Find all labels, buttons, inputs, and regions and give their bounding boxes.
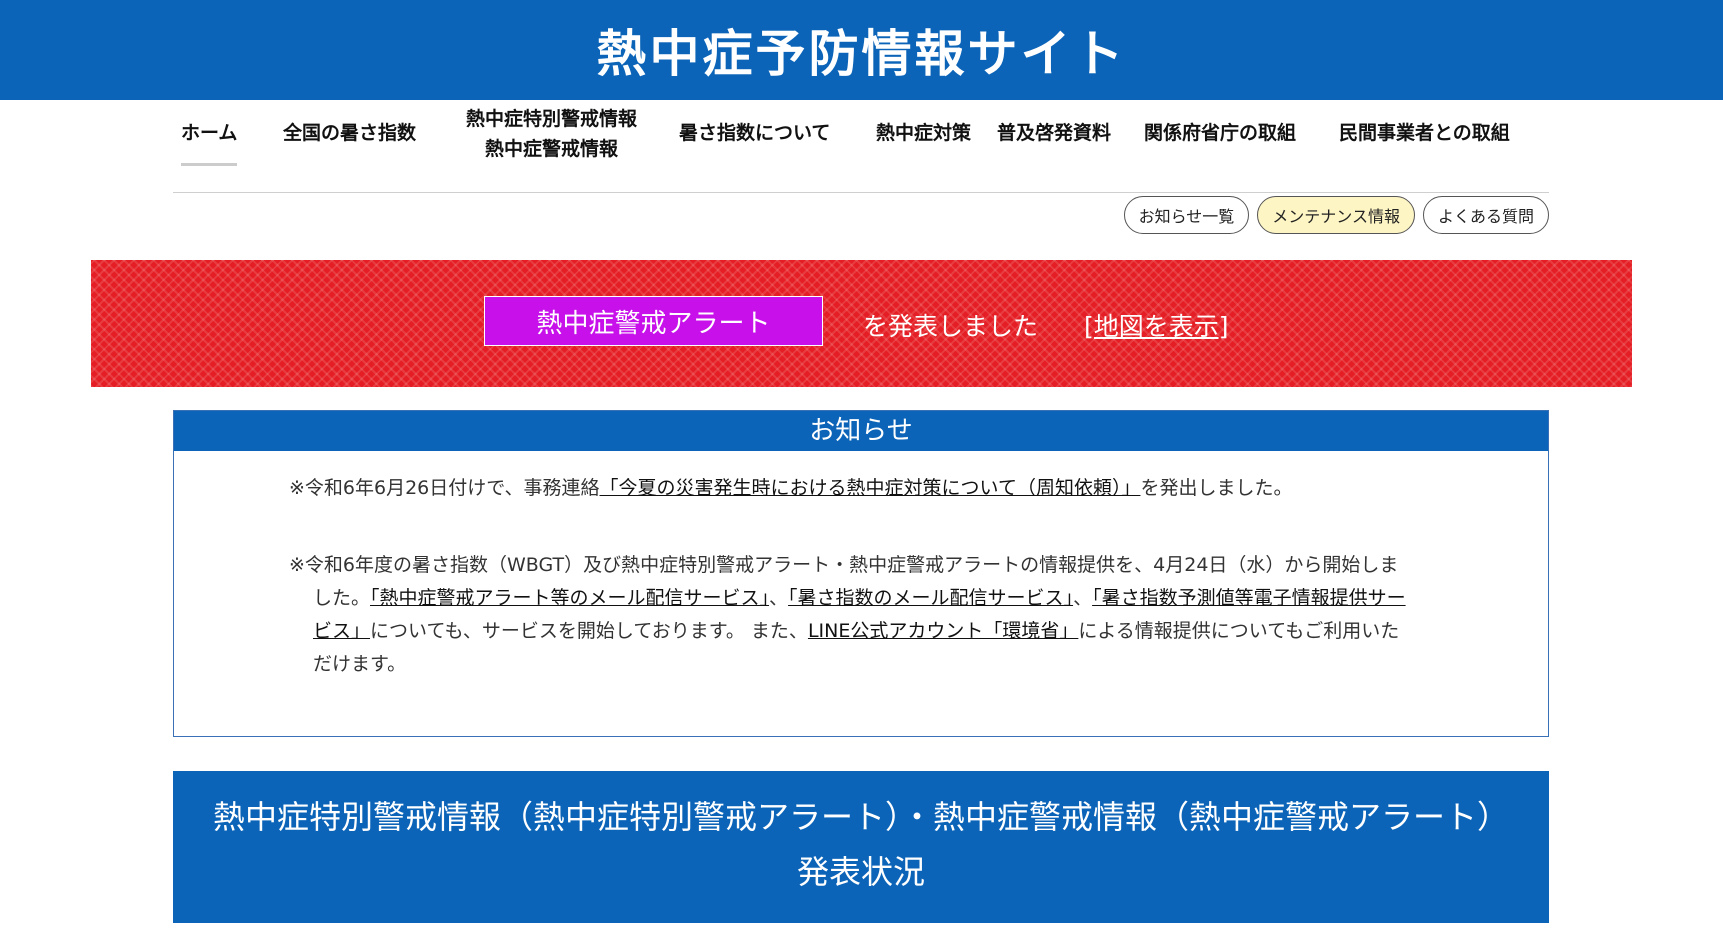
notice-box: お知らせ ※令和6年6月26日付けで、事務連絡「今夏の災害発生時における熱中症対… (173, 410, 1549, 737)
show-map-link[interactable]: [地図を表示] (1084, 307, 1229, 343)
faq-button[interactable]: よくある質問 (1422, 196, 1549, 234)
notice-link-wbgt-mail[interactable]: 「暑さ指数のメール配信サービス」 (788, 587, 1073, 609)
alert-status-subtitle: 発表状況 (796, 853, 925, 891)
nav-item-heat-alert-info[interactable]: 熱中症特別警戒情報 熱中症警戒情報 (466, 104, 637, 164)
maintenance-button[interactable]: メンテナンス情報 (1257, 196, 1415, 234)
site-header: 熱中症予防情報サイト (0, 0, 1723, 100)
alert-status-title: 熱中症特別警戒情報（熱中症特別警戒アラート）・熱中症警戒情報（熱中症警戒アラート… (212, 798, 1509, 836)
news-list-button[interactable]: お知らせ一覧 (1123, 196, 1250, 234)
notice-link-disaster-heatstroke[interactable]: 「今夏の災害発生時における熱中症対策について（周知依頼）」 (600, 477, 1141, 499)
notice-item: ※令和6年度の暑さ指数（WBGT）及び熱中症特別警戒アラート・熱中症警戒アラート… (289, 549, 1409, 681)
notice-item: ※令和6年6月26日付けで、事務連絡「今夏の災害発生時における熱中症対策について… (289, 472, 1409, 505)
nav-item-national-wbgt[interactable]: 全国の暑さ指数 (283, 118, 416, 148)
notice-link-line-account[interactable]: LINE公式アカウント「環境省」 (808, 620, 1078, 642)
notice-text: を発出しました。 (1140, 477, 1293, 499)
utility-links: お知らせ一覧 メンテナンス情報 よくある質問 (1123, 196, 1549, 234)
alert-status-section: 熱中症特別警戒情報（熱中症特別警戒アラート）・熱中症警戒情報（熱中症警戒アラート… (173, 771, 1549, 923)
notice-text: についても、サービスを開始しております。 また、 (370, 620, 808, 642)
nav-item-private-sector[interactable]: 民間事業者との取組 (1339, 118, 1510, 148)
alert-banner: 熱中症警戒アラート を発表しました [地図を表示] (91, 260, 1632, 387)
alert-badge: 熱中症警戒アラート (484, 296, 823, 346)
notice-link-alert-mail[interactable]: 「熱中症警戒アラート等のメール配信サービス」 (370, 587, 769, 609)
nav-item-label-alert: 熱中症警戒情報 (485, 138, 619, 160)
notice-heading: お知らせ (174, 411, 1548, 451)
notice-text: ※令和6年6月26日付けで、事務連絡 (289, 477, 600, 499)
nav-item-countermeasures[interactable]: 熱中症対策 (876, 118, 971, 148)
notice-body: ※令和6年6月26日付けで、事務連絡「今夏の災害発生時における熱中症対策について… (289, 472, 1409, 725)
nav-item-label-special: 熱中症特別警戒情報 (466, 108, 638, 130)
nav-item-awareness-materials[interactable]: 普及啓発資料 (997, 118, 1111, 148)
nav-item-about-wbgt[interactable]: 暑さ指数について (679, 118, 830, 148)
nav-item-home[interactable]: ホーム (181, 118, 238, 166)
nav-item-ministries[interactable]: 関係府省庁の取組 (1144, 118, 1296, 148)
notice-text: 、 (769, 587, 789, 609)
site-title[interactable]: 熱中症予防情報サイト (597, 14, 1127, 86)
main-nav: ホーム 全国の暑さ指数 熱中症特別警戒情報 熱中症警戒情報 暑さ指数について 熱… (173, 104, 1549, 193)
notice-text: 、 (1073, 587, 1093, 609)
alert-text: を発表しました (863, 312, 1039, 341)
